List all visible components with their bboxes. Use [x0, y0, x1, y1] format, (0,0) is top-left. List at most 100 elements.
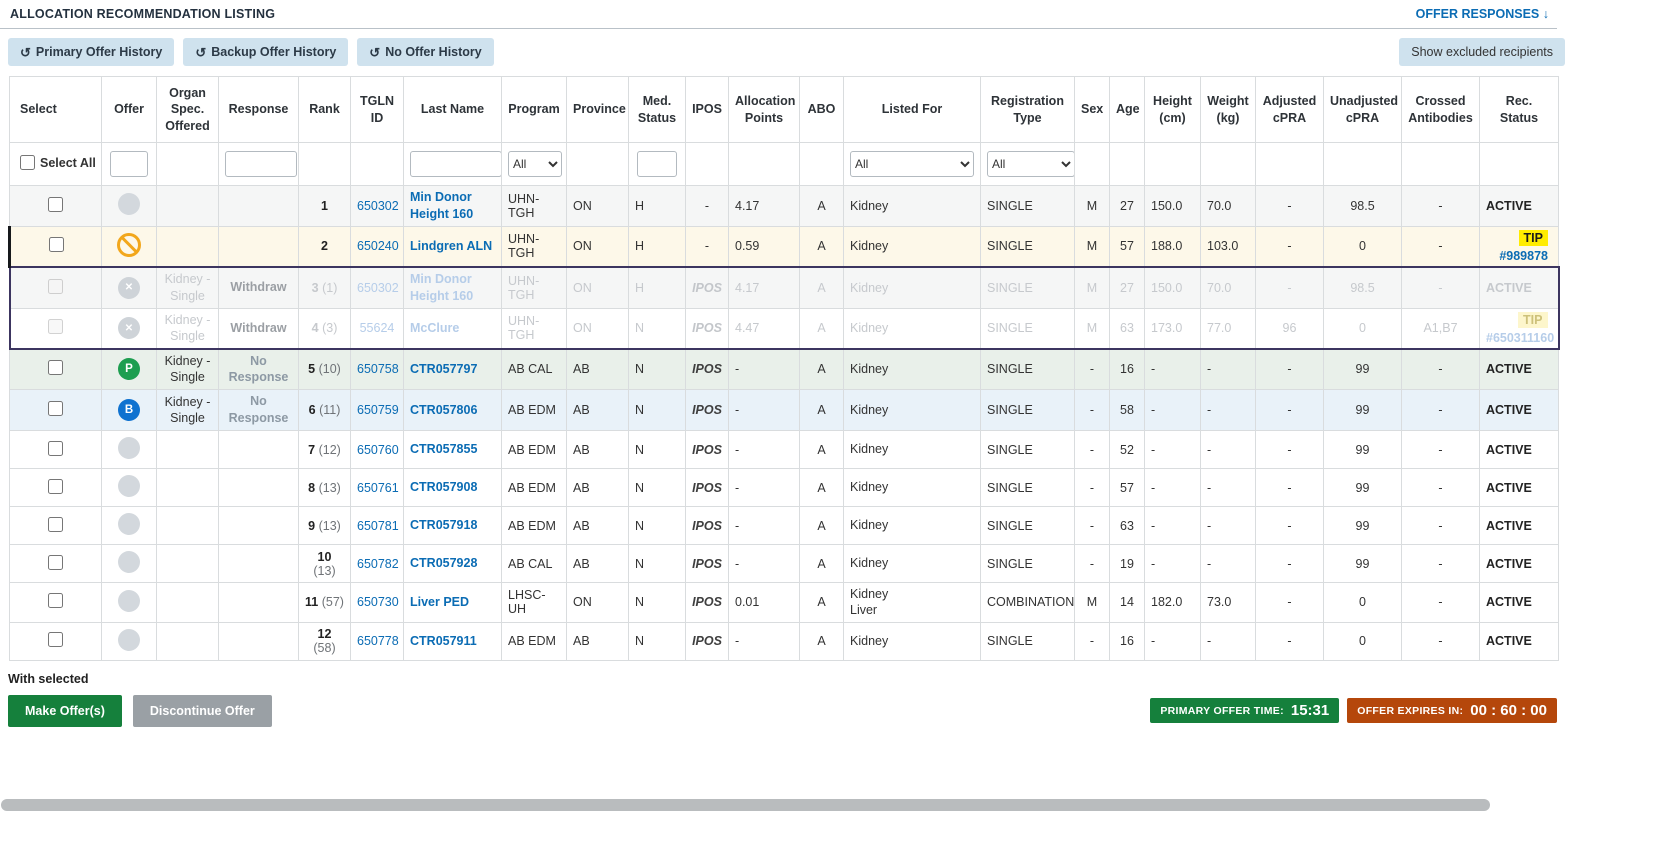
row-select-checkbox	[48, 319, 63, 334]
abo-cell: A	[800, 267, 844, 308]
recipient-name-link[interactable]: CTR057911	[410, 634, 477, 648]
row-select-checkbox[interactable]	[48, 441, 63, 456]
adjusted-cpra-cell: -	[1256, 349, 1324, 390]
row-select-checkbox[interactable]	[48, 401, 63, 416]
response-text: No Response	[229, 394, 289, 425]
tgln-id-link[interactable]: 650730	[357, 595, 399, 609]
registration-type-cell: SINGLE	[981, 349, 1075, 390]
row-select-checkbox[interactable]	[48, 632, 63, 647]
table-cell	[1402, 143, 1480, 186]
tgln-id-link[interactable]: 55624	[360, 321, 395, 335]
row-select-checkbox[interactable]	[48, 593, 63, 608]
response-filter-input[interactable]	[225, 151, 297, 177]
row-select-checkbox[interactable]	[48, 479, 63, 494]
recipient-name-link[interactable]: CTR057928	[410, 556, 477, 570]
backup-offer-icon: B	[118, 399, 140, 421]
tgln-id-link[interactable]: 650760	[357, 443, 399, 457]
med-status-filter-input[interactable]	[637, 151, 677, 177]
tip-link[interactable]: #650311160	[1486, 331, 1554, 345]
rank-cell: 12 (58)	[299, 622, 351, 660]
table-cell	[1110, 143, 1145, 186]
last-name-filter-input[interactable]	[410, 151, 502, 177]
tip-link[interactable]: #989878	[1499, 249, 1548, 263]
table-cell: 650781	[351, 507, 404, 545]
horizontal-scrollbar-thumb[interactable]	[1, 799, 1490, 811]
province-cell: ON	[567, 308, 629, 349]
row-select-checkbox[interactable]	[48, 555, 63, 570]
crossed-antibodies-cell: -	[1402, 431, 1480, 469]
discontinue-offer-button[interactable]: Discontinue Offer	[133, 695, 272, 727]
offer-expires-label: OFFER EXPIRES IN:	[1357, 705, 1463, 717]
recipient-name-link[interactable]: Lindgren ALN	[410, 239, 492, 253]
tgln-id-link[interactable]: 650759	[357, 403, 399, 417]
table-cell	[351, 143, 404, 186]
make-offer-button[interactable]: Make Offer(s)	[8, 695, 122, 727]
allocation-points-cell: -	[729, 507, 800, 545]
listed-for-filter-select[interactable]: All	[850, 151, 974, 177]
crossed-antibodies-cell: -	[1402, 583, 1480, 623]
recipient-name-link[interactable]: Liver PED	[410, 595, 469, 609]
sex-cell: M	[1075, 583, 1110, 623]
no-offer-history-button[interactable]: ↺ No Offer History	[357, 38, 493, 66]
backup-offer-history-button[interactable]: ↺ Backup Offer History	[183, 38, 348, 66]
recipient-name-link[interactable]: CTR057855	[410, 442, 477, 456]
recipient-name-link[interactable]: Min Donor Height 160	[410, 190, 473, 221]
tgln-id-link[interactable]: 650240	[357, 239, 399, 253]
rec-status: ACTIVE	[1486, 557, 1532, 571]
tgln-id-link[interactable]: 650302	[357, 281, 399, 295]
abo-cell: A	[800, 622, 844, 660]
no-offer-history-label: No Offer History	[385, 45, 482, 59]
column-header-med-status: Med. Status	[629, 77, 686, 143]
table-cell: CTR057918	[404, 507, 502, 545]
tgln-id-link[interactable]: 650782	[357, 557, 399, 571]
adjusted-cpra-cell: -	[1256, 390, 1324, 431]
recipient-name-link[interactable]: CTR057908	[410, 480, 477, 494]
table-cell: All	[844, 143, 981, 186]
med-status-cell: N	[629, 308, 686, 349]
sex-cell: -	[1075, 545, 1110, 583]
tgln-id-link[interactable]: 650761	[357, 481, 399, 495]
table-cell	[729, 143, 800, 186]
allocation-points-cell: -	[729, 390, 800, 431]
registration-type-filter-select[interactable]: All	[987, 151, 1075, 177]
tgln-id-link[interactable]: 650758	[357, 362, 399, 376]
crossed-antibodies-cell: -	[1402, 622, 1480, 660]
recipient-row: 12 (58)650778CTR057911AB EDMABNIPOS-AKid…	[10, 622, 1559, 660]
recipient-name-link[interactable]: CTR057806	[410, 403, 477, 417]
column-header-weight-kg: Weight (kg)	[1201, 77, 1256, 143]
column-header-tgln-id: TGLN ID	[351, 77, 404, 143]
weight-cell: 103.0	[1201, 226, 1256, 267]
province-cell: AB	[567, 469, 629, 507]
column-header-program: Program	[502, 77, 567, 143]
row-select-checkbox[interactable]	[48, 197, 63, 212]
tgln-id-link[interactable]: 650302	[357, 199, 399, 213]
row-select-checkbox[interactable]	[48, 517, 63, 532]
med-status-cell: N	[629, 469, 686, 507]
tgln-id-link[interactable]: 650781	[357, 519, 399, 533]
ipos-cell: IPOS	[686, 622, 729, 660]
row-select-checkbox[interactable]	[48, 360, 63, 375]
recipient-name-link[interactable]: CTR057918	[410, 518, 477, 532]
offer-filter-input[interactable]	[110, 151, 148, 177]
table-cell	[219, 431, 299, 469]
recipient-name-link[interactable]: Min Donor Height 160	[410, 272, 473, 303]
listed-for-cell: Kidney	[844, 308, 981, 349]
recipient-name-link[interactable]: CTR057797	[410, 362, 477, 376]
offer-pending-icon	[118, 437, 140, 459]
table-cell: Kidney - Single	[157, 390, 219, 431]
registration-type-cell: SINGLE	[981, 308, 1075, 349]
select-all-checkbox[interactable]	[20, 155, 35, 170]
row-select-checkbox[interactable]	[49, 237, 64, 252]
recipient-name-link[interactable]: McClure	[410, 321, 459, 335]
offer-responses-link[interactable]: OFFER RESPONSES ↓	[1416, 7, 1549, 21]
height-cell: -	[1145, 545, 1201, 583]
rec-status-cell: ACTIVE	[1480, 431, 1559, 469]
show-excluded-recipients-button[interactable]: Show excluded recipients	[1399, 38, 1565, 66]
horizontal-scrollbar-track	[0, 799, 1679, 812]
crossed-antibodies-cell: -	[1402, 507, 1480, 545]
primary-offer-history-button[interactable]: ↺ Primary Offer History	[8, 38, 174, 66]
recipient-row: 8 (13)650761CTR057908AB EDMABNIPOS-AKidn…	[10, 469, 1559, 507]
tgln-id-link[interactable]: 650778	[357, 634, 399, 648]
table-cell: Select All	[10, 143, 102, 186]
program-filter-select[interactable]: All	[508, 151, 562, 177]
